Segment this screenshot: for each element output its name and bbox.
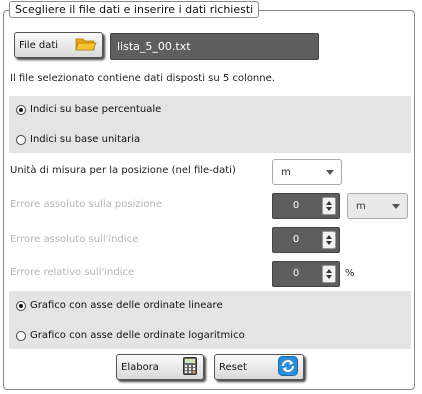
calculator-icon: [183, 356, 197, 378]
abs-idx-error-spinner[interactable]: 0: [272, 227, 340, 253]
abs-idx-error-value[interactable]: 0: [273, 228, 319, 252]
arrow-up-icon[interactable]: [326, 235, 332, 239]
position-unit-label: Unità di misura per la posizione (nel fi…: [10, 165, 236, 176]
stepper-control[interactable]: [322, 265, 336, 283]
arrow-up-icon[interactable]: [326, 201, 332, 205]
selected-filename: lista_5_00.txt: [110, 33, 319, 60]
abs-pos-error-spinner[interactable]: 0: [272, 193, 340, 219]
radio-button[interactable]: [16, 330, 26, 341]
arrow-up-icon[interactable]: [326, 269, 332, 273]
stepper-control[interactable]: [322, 231, 336, 249]
radio-linear-axis[interactable]: Grafico con asse delle ordinate lineare: [16, 300, 223, 311]
process-button[interactable]: Elabora: [116, 354, 204, 380]
arrow-down-icon[interactable]: [326, 241, 332, 245]
abs-pos-error-unit-select[interactable]: m: [347, 193, 408, 219]
radio-button[interactable]: [16, 134, 26, 145]
radio-percent-label: Indici su base percentuale: [30, 104, 162, 115]
abs-idx-error-label: Errore assoluto sull'indice: [10, 234, 139, 245]
refresh-icon: [278, 355, 298, 379]
radio-percent-index[interactable]: Indici su base percentuale: [16, 104, 161, 115]
abs-pos-error-unit-value: m: [356, 200, 366, 212]
rel-idx-error-value[interactable]: 0: [273, 262, 319, 286]
radio-button-selected[interactable]: [16, 104, 26, 115]
file-data-button[interactable]: File dati: [14, 32, 103, 58]
file-info-text: Il file selezionato contiene dati dispos…: [10, 73, 275, 84]
radio-unit-index[interactable]: Indici su base unitaria: [16, 134, 140, 145]
panel-legend: Scegliere il file dati e inserire i dati…: [9, 1, 260, 18]
reset-button[interactable]: Reset: [214, 354, 304, 380]
position-unit-value: m: [281, 166, 291, 178]
folder-icon: [75, 36, 97, 55]
radio-log-label: Grafico con asse delle ordinate logaritm…: [30, 330, 245, 341]
radio-log-axis[interactable]: Grafico con asse delle ordinate logaritm…: [16, 330, 245, 341]
rel-idx-error-spinner[interactable]: 0: [272, 261, 340, 287]
process-label: Elabora: [121, 361, 159, 373]
abs-pos-error-value[interactable]: 0: [273, 194, 319, 218]
file-data-label: File dati: [19, 39, 59, 51]
stepper-control[interactable]: [322, 197, 336, 215]
radio-button-selected[interactable]: [16, 300, 26, 311]
rel-idx-error-label: Errore relativo sull'indice: [10, 267, 135, 278]
abs-pos-error-label: Errore assoluto sulla posizione: [10, 199, 162, 210]
chevron-down-icon: [326, 170, 334, 175]
chevron-down-icon: [392, 204, 400, 209]
radio-linear-label: Grafico con asse delle ordinate lineare: [30, 300, 223, 311]
position-unit-select[interactable]: m: [272, 159, 342, 185]
reset-label: Reset: [219, 361, 247, 373]
radio-unit-label: Indici su base unitaria: [30, 134, 141, 145]
arrow-down-icon[interactable]: [326, 207, 332, 211]
rel-idx-error-unit: %: [345, 268, 355, 279]
arrow-down-icon[interactable]: [326, 275, 332, 279]
